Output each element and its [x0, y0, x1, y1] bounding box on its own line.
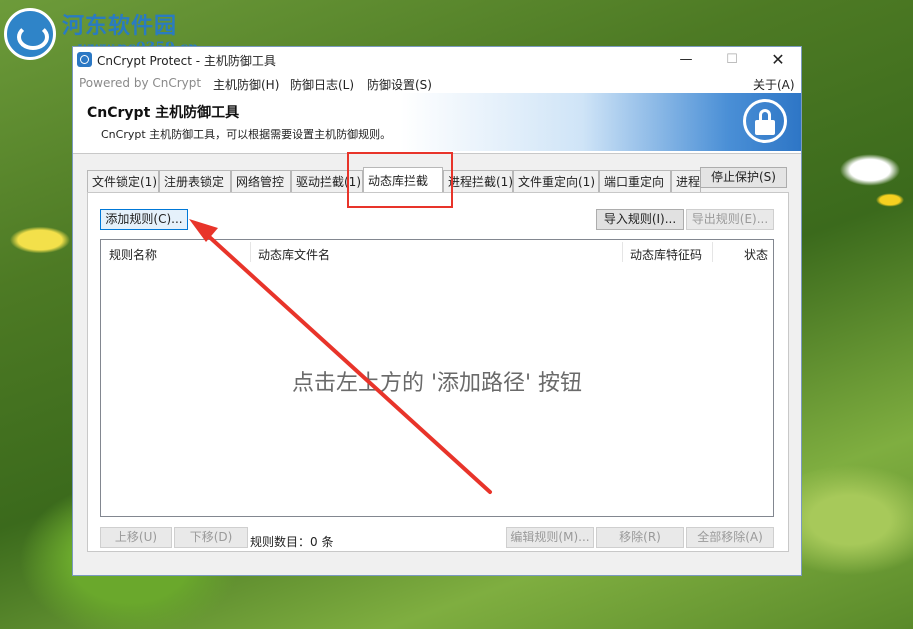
annotation-arrow-icon [189, 219, 492, 494]
